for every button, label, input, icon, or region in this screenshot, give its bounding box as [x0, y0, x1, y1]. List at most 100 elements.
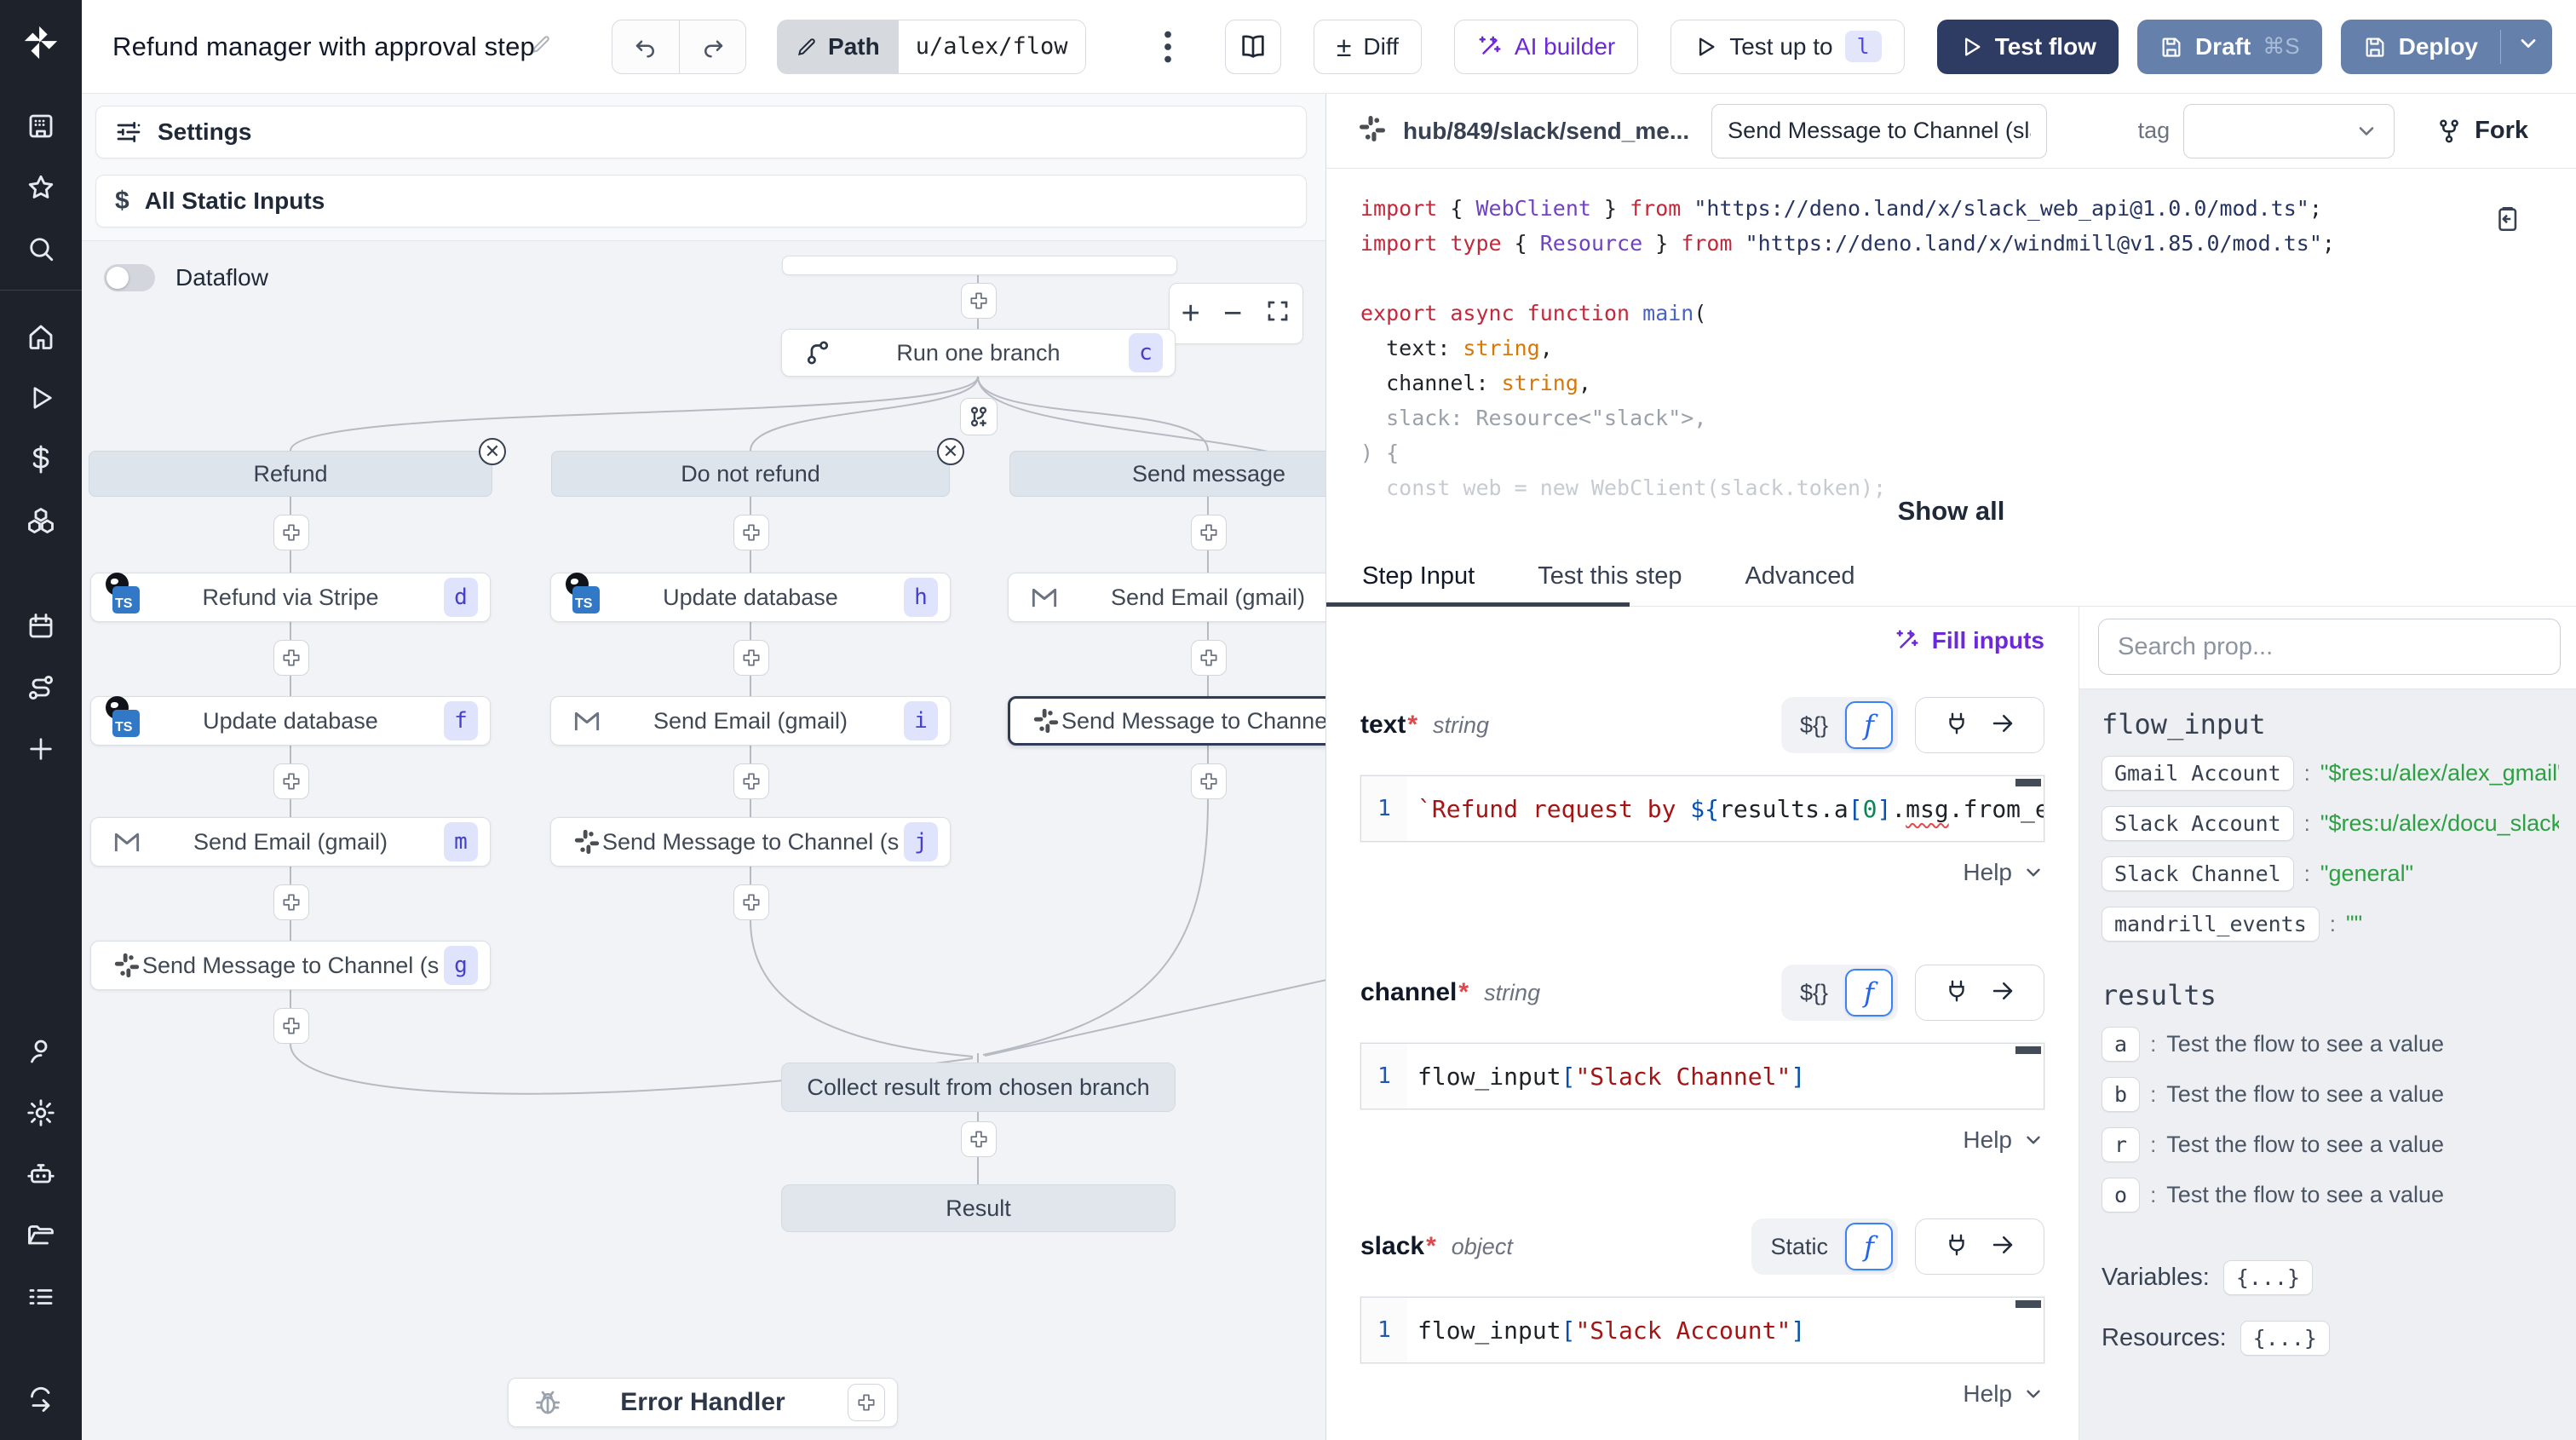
flow-settings-bar[interactable]: Settings: [95, 106, 1307, 158]
workers-robot-icon[interactable]: [15, 1149, 66, 1200]
resources-row[interactable]: Resources:{...}: [2102, 1321, 2559, 1356]
groups-list-icon[interactable]: [15, 1271, 66, 1322]
more-options-kebab-icon[interactable]: [1147, 21, 1189, 72]
static-mode-button[interactable]: Static: [1757, 1234, 1842, 1260]
step-summary-input[interactable]: [1711, 104, 2047, 158]
javascript-mode-button[interactable]: f: [1845, 1223, 1893, 1270]
schedules-calendar-icon[interactable]: [15, 601, 66, 652]
fill-inputs-button[interactable]: Fill inputs: [1360, 627, 2044, 654]
test-up-to-button[interactable]: Test up to l: [1670, 20, 1904, 74]
delete-branch-icon[interactable]: ✕: [479, 438, 506, 465]
plug-icon[interactable]: [1944, 978, 1969, 1008]
branch-header-refund[interactable]: Refund: [89, 451, 492, 497]
flow-title[interactable]: Refund manager with approval step: [112, 32, 535, 62]
help-toggle[interactable]: Help: [1360, 1380, 2044, 1408]
step-node-send-email[interactable]: Send Email (gmail) m: [90, 817, 491, 867]
template-mode-button[interactable]: ${}: [1786, 712, 1842, 739]
zoom-in-icon[interactable]: +: [1182, 297, 1200, 330]
edit-title-pencil-icon[interactable]: [530, 33, 552, 60]
step-node-send-email[interactable]: Send Email (gmail): [1008, 573, 1326, 622]
branch-header-send-message[interactable]: Send message: [1009, 451, 1326, 497]
favorites-star-icon[interactable]: [15, 162, 66, 213]
variables-dollar-icon[interactable]: [15, 434, 66, 485]
path-chip[interactable]: Path u/alex/flow: [777, 20, 1086, 74]
prop-row[interactable]: mandrill_events:"": [2102, 907, 2559, 942]
tab-step-input[interactable]: Step Input: [1362, 562, 1475, 606]
workspace-icon[interactable]: [15, 101, 66, 152]
step-node-refund-via-stripe[interactable]: TS Refund via Stripe d: [90, 573, 491, 622]
result-row[interactable]: a:Test the flow to see a value: [2102, 1027, 2559, 1062]
insert-step-button[interactable]: [961, 283, 997, 319]
dataflow-toggle[interactable]: [104, 264, 155, 291]
user-icon[interactable]: [15, 1026, 66, 1077]
insert-step-button[interactable]: [1191, 763, 1227, 799]
plug-icon[interactable]: [1944, 711, 1969, 740]
redo-button[interactable]: [679, 20, 745, 73]
run-one-branch-node[interactable]: Run one branch c: [781, 329, 1176, 377]
insert-step-button[interactable]: [733, 515, 769, 550]
collect-result-node[interactable]: Collect result from chosen branch: [781, 1063, 1176, 1112]
delete-branch-icon[interactable]: ✕: [937, 438, 964, 465]
arrow-right-icon[interactable]: [1990, 978, 2015, 1008]
insert-step-button[interactable]: [273, 640, 309, 676]
channel-expression-editor[interactable]: 1 flow_input["Slack Channel"]: [1360, 1043, 2044, 1109]
settings-gear-icon[interactable]: [15, 1087, 66, 1138]
variables-row[interactable]: Variables:{...}: [2102, 1260, 2559, 1295]
add-error-handler-icon[interactable]: [848, 1384, 885, 1421]
result-node[interactable]: Result: [781, 1184, 1176, 1232]
insert-step-button[interactable]: [273, 1008, 309, 1044]
insert-step-button[interactable]: [733, 884, 769, 920]
insert-step-button[interactable]: [1191, 640, 1227, 676]
arrow-right-icon[interactable]: [1990, 711, 2015, 740]
step-node-send-slack[interactable]: Send Message to Channel (slack) j: [550, 817, 951, 867]
step-node-send-email[interactable]: Send Email (gmail) i: [550, 696, 951, 746]
docs-book-button[interactable]: [1225, 20, 1281, 74]
show-all-button[interactable]: Show all: [1326, 496, 2576, 527]
fit-view-icon[interactable]: [1265, 297, 1291, 330]
help-logout-icon[interactable]: [15, 1374, 66, 1425]
insert-step-button[interactable]: [273, 763, 309, 799]
resources-cubes-icon[interactable]: [15, 495, 66, 546]
arrow-right-icon[interactable]: [1990, 1232, 2015, 1262]
insert-step-button[interactable]: [273, 884, 309, 920]
fork-button[interactable]: Fork: [2435, 117, 2528, 145]
flow-input-node-partial[interactable]: [782, 256, 1177, 275]
error-handler-node[interactable]: Error Handler: [508, 1378, 898, 1427]
test-flow-button[interactable]: Test flow: [1937, 20, 2119, 74]
folders-icon[interactable]: [15, 1210, 66, 1261]
insert-step-button[interactable]: [961, 1121, 997, 1157]
step-node-send-slack[interactable]: Send Message to Channel (slack) g: [90, 941, 491, 990]
help-toggle[interactable]: Help: [1360, 859, 2044, 886]
step-node-send-slack-selected[interactable]: Send Message to Channel (slack): [1008, 696, 1326, 746]
help-toggle[interactable]: Help: [1360, 1126, 2044, 1154]
zoom-out-icon[interactable]: −: [1223, 297, 1242, 330]
prop-row[interactable]: Gmail Account:"$res:u/alex/alex_gmail": [2102, 756, 2559, 791]
javascript-mode-button[interactable]: f: [1845, 969, 1893, 1017]
insert-step-button[interactable]: [273, 515, 309, 550]
prop-row[interactable]: Slack Channel:"general": [2102, 856, 2559, 891]
slack-expression-editor[interactable]: 1 flow_input["Slack Account"]: [1360, 1297, 2044, 1363]
hub-script-path[interactable]: hub/849/slack/send_me...: [1403, 118, 1689, 145]
search-icon[interactable]: [15, 223, 66, 274]
tag-select[interactable]: [2183, 104, 2395, 158]
home-icon[interactable]: [15, 311, 66, 362]
step-node-update-database[interactable]: TS Update database f: [90, 696, 491, 746]
tab-test-this-step[interactable]: Test this step: [1538, 562, 1682, 606]
flow-canvas[interactable]: Settings $ All Static Inputs Dataflow + …: [82, 94, 1326, 1440]
runs-play-icon[interactable]: [15, 372, 66, 423]
diff-button[interactable]: ±Diff: [1314, 20, 1422, 74]
branch-header-do-not-refund[interactable]: Do not refund: [551, 451, 950, 497]
javascript-mode-button[interactable]: f: [1845, 701, 1893, 749]
insert-step-button[interactable]: [733, 640, 769, 676]
flows-route-icon[interactable]: [15, 662, 66, 713]
copy-code-icon[interactable]: [2493, 204, 2521, 238]
result-row[interactable]: r:Test the flow to see a value: [2102, 1127, 2559, 1162]
undo-button[interactable]: [612, 20, 679, 73]
windmill-logo-icon[interactable]: [17, 19, 65, 66]
result-row[interactable]: o:Test the flow to see a value: [2102, 1178, 2559, 1212]
all-static-inputs-bar[interactable]: $ All Static Inputs: [95, 175, 1307, 228]
add-branch-button[interactable]: [960, 398, 998, 435]
tab-advanced[interactable]: Advanced: [1745, 562, 1854, 606]
prop-row[interactable]: Slack Account:"$res:u/alex/docu_slack": [2102, 806, 2559, 841]
path-value[interactable]: u/alex/flow: [899, 20, 1086, 74]
